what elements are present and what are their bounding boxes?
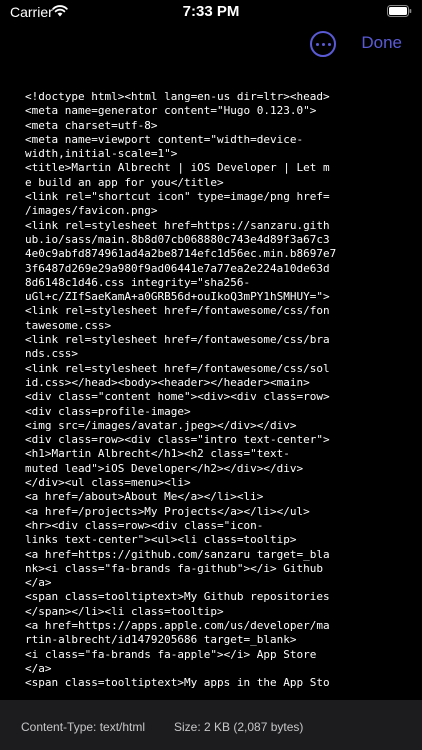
- battery-icon: [387, 5, 412, 17]
- source-line: <meta name=generator content="Hugo 0.123…: [25, 104, 317, 118]
- source-line: <meta charset=utf-8>: [25, 118, 158, 132]
- source-line: nk><i class="fa-brands fa-github"></i> G…: [25, 561, 324, 575]
- source-line: tawesome.css>: [25, 318, 112, 332]
- html-source-view[interactable]: <!doctype html><html lang=en-us dir=ltr>…: [25, 90, 397, 688]
- source-line: </div><ul class=menu><li>: [25, 476, 191, 490]
- source-line: <title>Martin Albrecht | iOS Developer |…: [25, 161, 330, 175]
- source-line: uGl+c/ZIfSaeKamA+a0GRB56d+ouIkoQ3mPY1hSM…: [25, 290, 330, 304]
- footer-info-bar: Content-Type: text/html Size: 2 KB (2,08…: [0, 700, 422, 750]
- source-line: /images/favicon.png>: [25, 204, 158, 218]
- source-line: <link rel=stylesheet href=/fontawesome/c…: [25, 361, 330, 375]
- source-line: <i class="fa-brands fa-apple"></i> App S…: [25, 647, 317, 661]
- html-source-text: <!doctype html><html lang=en-us dir=ltr>…: [25, 90, 397, 688]
- source-line: <!doctype html><html lang=en-us dir=ltr>…: [25, 90, 330, 103]
- source-line: rtin-albrecht/id1479205686 target=_blank…: [25, 633, 297, 647]
- source-line: <meta name=viewport content="width=devic…: [25, 132, 304, 146]
- source-line: id.css></head><body><header></header><ma…: [25, 375, 310, 389]
- source-line: <link rel=stylesheet href=https://sanzar…: [25, 218, 330, 232]
- source-line: <a href=https://github.com/sanzaru targe…: [25, 547, 330, 561]
- more-icon-dot: [327, 42, 331, 46]
- source-line: e build an app for you</title>: [25, 175, 224, 189]
- source-line: <span class=tooltiptext>My Github reposi…: [25, 590, 330, 604]
- source-line: <div class="content home"><div><div clas…: [25, 390, 330, 404]
- source-line: <a href=/about>About Me</a></li><li>: [25, 490, 264, 504]
- source-line: nds.css>: [25, 347, 78, 361]
- source-line: 4e0c9abfd874961ad4a2be8714efc1d56ec.min.…: [25, 247, 337, 261]
- source-line: <a href=/projects>My Projects</a></li></…: [25, 504, 310, 518]
- navigation-bar: Done: [0, 24, 422, 68]
- source-line: <link rel=stylesheet href=/fontawesome/c…: [25, 333, 330, 347]
- source-line: muted lead">iOS Developer</h2></div></di…: [25, 461, 304, 475]
- source-line: </span></li><li class=tooltip>: [25, 604, 224, 618]
- status-bar: Carrier 7:33 PM: [0, 0, 422, 24]
- source-line: width,initial-scale=1">: [25, 147, 178, 161]
- source-line: <img src=/images/avatar.jpeg></div></div…: [25, 418, 297, 432]
- source-line: ub.io/sass/main.8b8d07cb068880c743e4d89f…: [25, 232, 330, 246]
- source-line: <div class=row><div class="intro text-ce…: [25, 433, 330, 447]
- source-line: <link rel=stylesheet href=/fontawesome/c…: [25, 304, 330, 318]
- content-type-label: Content-Type: text/html: [21, 720, 146, 734]
- done-button[interactable]: Done: [361, 33, 402, 53]
- source-line: </a>: [25, 576, 52, 590]
- status-time: 7:33 PM: [182, 3, 240, 20]
- source-line: <hr><div class=row><div class="icon-: [25, 518, 264, 532]
- more-icon-dot: [321, 42, 325, 46]
- source-line: </a>: [25, 661, 52, 675]
- source-line: <h1>Martin Albrecht</h1><h2 class="text-: [25, 447, 290, 461]
- source-line: 8d6148c1d46.css integrity="sha256-: [25, 275, 251, 289]
- source-line: <a href=https://apps.apple.com/us/develo…: [25, 618, 330, 632]
- source-line: links text-center"><ul><li class=tooltip…: [25, 533, 297, 547]
- source-line: <div class=profile-image>: [25, 404, 191, 418]
- source-line: 3f6487d269e29a980f9ad06441e7a77ea2e224a1…: [25, 261, 330, 275]
- more-icon-dot: [315, 42, 319, 46]
- more-button[interactable]: [310, 31, 336, 57]
- source-line: <span class=tooltiptext>My apps in the A…: [25, 676, 330, 688]
- source-line: <link rel="shortcut icon" type=image/png…: [25, 190, 330, 204]
- size-label: Size: 2 KB (2,087 bytes): [174, 720, 304, 734]
